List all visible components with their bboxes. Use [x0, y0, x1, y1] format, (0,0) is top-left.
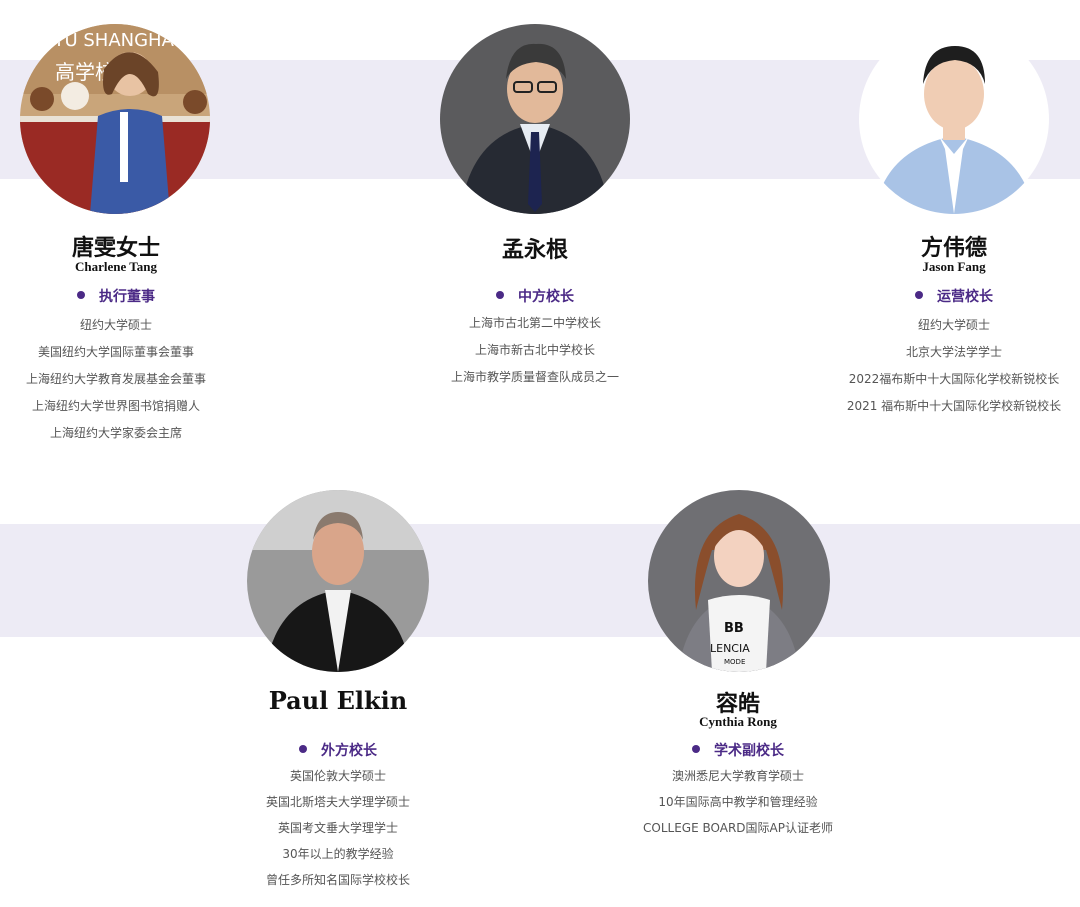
role-label: 中方校长 [518, 289, 574, 305]
profile-card-jason-fang: 方伟德 Jason Fang 运营校长 纽约大学硕士 北京大学法学学士 2022… [843, 0, 1065, 460]
person-role: 运营校长 [843, 286, 1065, 306]
bullet-dot-icon [299, 745, 307, 753]
svg-text:BB: BB [724, 621, 744, 636]
bullet-dot-icon [496, 291, 504, 299]
credential-item: 北京大学法学学士 [905, 345, 1002, 359]
bullet-dot-icon [915, 291, 923, 299]
portrait-photo: BB LENCIA MODE [648, 490, 830, 672]
portrait-photo [247, 490, 429, 672]
role-label: 运营校长 [937, 289, 993, 305]
person-english-name: Cynthia Rong [699, 714, 777, 729]
person-name: 方伟德 [920, 235, 987, 261]
credential-item: 10年国际高中教学和管理经验 [658, 795, 818, 809]
person-name: 孟永根 [501, 237, 568, 263]
credentials-list: 澳洲悉尼大学教育学硕士 10年国际高中教学和管理经验 COLLEGE BOARD… [628, 767, 848, 845]
person-role: 执行董事 [16, 286, 216, 306]
background-band-bottom [0, 524, 1080, 637]
credential-item: 2021 福布斯中十大国际化学校新锐校长 [846, 399, 1062, 413]
credentials-list: 纽约大学硕士 北京大学法学学士 2022福布斯中十大国际化学校新锐校长 2021… [843, 316, 1065, 424]
svg-text:LENCIA: LENCIA [710, 642, 750, 655]
profile-card-charlene-tang: NYU SHANGHAI 高学校 唐雯女士 Charlene Tang 执行董事… [16, 0, 216, 460]
credential-item: 30年以上的教学经验 [282, 847, 394, 861]
role-label: 执行董事 [99, 289, 155, 305]
person-english-name: Jason Fang [922, 259, 986, 274]
profile-card-meng-yonggen: 孟永根 中方校长 上海市古北第二中学校长 上海市新古北中学校长 上海市教学质量督… [435, 0, 635, 460]
profile-card-cynthia-rong: BB LENCIA MODE 容皓 Cynthia Rong 学术副校长 澳洲悉… [628, 0, 848, 900]
bullet-dot-icon [77, 291, 85, 299]
credential-item: 澳洲悉尼大学教育学硕士 [671, 769, 804, 783]
credentials-list: 英国伦敦大学硕士 英国北斯塔夫大学理学硕士 英国考文垂大学理学士 30年以上的教… [238, 767, 438, 902]
person-role: 学术副校长 [628, 740, 848, 760]
credential-item: 2022福布斯中十大国际化学校新锐校长 [848, 372, 1060, 386]
credentials-list: 上海市古北第二中学校长 上海市新古北中学校长 上海市教学质量督查队成员之一 [435, 314, 635, 395]
role-label: 外方校长 [321, 743, 377, 759]
person-role: 中方校长 [435, 286, 635, 306]
credential-item: 曾任多所知名国际学校校长 [265, 873, 410, 887]
portrait-photo [440, 24, 630, 214]
credential-item: 英国考文垂大学理学士 [277, 821, 398, 835]
role-label: 学术副校长 [714, 743, 784, 759]
portrait-photo [859, 24, 1049, 214]
credential-item: 纽约大学硕士 [79, 318, 152, 332]
profile-card-paul-elkin: Paul Elkin 外方校长 英国伦敦大学硕士 英国北斯塔夫大学理学硕士 英国… [238, 0, 438, 900]
credential-item: 上海市教学质量督查队成员之一 [450, 370, 619, 384]
credential-item: 英国北斯塔夫大学理学硕士 [265, 795, 410, 809]
bullet-dot-icon [692, 745, 700, 753]
person-name: Paul Elkin [268, 686, 408, 715]
credential-item: 上海纽约大学教育发展基金会董事 [25, 372, 206, 386]
credential-item: 英国伦敦大学硕士 [289, 769, 386, 783]
credential-item: 纽约大学硕士 [917, 318, 990, 332]
person-english-name: Charlene Tang [75, 259, 157, 274]
svg-text:MODE: MODE [724, 658, 745, 666]
svg-text:NYU SHANGHAI: NYU SHANGHAI [40, 30, 179, 51]
person-name: 唐雯女士 [71, 235, 160, 261]
credential-item: 上海市新古北中学校长 [474, 343, 595, 357]
portrait-photo: NYU SHANGHAI 高学校 [20, 24, 210, 214]
credential-item: 上海市古北第二中学校长 [468, 316, 601, 330]
credential-item: 上海纽约大学世界图书馆捐赠人 [31, 399, 200, 413]
credentials-list: 纽约大学硕士 美国纽约大学国际董事会董事 上海纽约大学教育发展基金会董事 上海纽… [16, 316, 216, 451]
person-role: 外方校长 [238, 740, 438, 760]
credential-item: 美国纽约大学国际董事会董事 [37, 345, 194, 359]
credential-item: COLLEGE BOARD国际AP认证老师 [643, 821, 833, 835]
credential-item: 上海纽约大学家委会主席 [49, 426, 182, 440]
